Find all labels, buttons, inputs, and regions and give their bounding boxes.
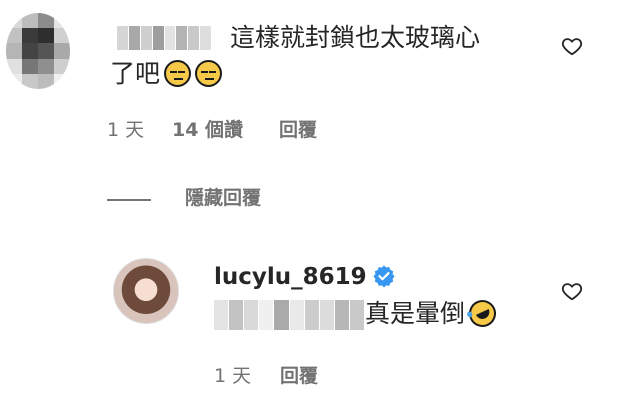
- reply-mention-redacted[interactable]: [214, 300, 364, 330]
- reply-text: 真是暈倒: [365, 295, 501, 332]
- reply-username[interactable]: lucylu_8619: [214, 262, 367, 292]
- unamused-face-emoji-icon: [164, 60, 192, 87]
- like-heart-icon[interactable]: [561, 35, 583, 57]
- comment-like-count[interactable]: 14 個讚: [172, 118, 243, 142]
- comment-reply-button[interactable]: 回覆: [279, 118, 317, 142]
- comment-text-line1: 這樣就封鎖也太玻璃心: [230, 23, 481, 52]
- reply-avatar[interactable]: [113, 258, 179, 324]
- reply-like-heart-icon[interactable]: [561, 280, 583, 302]
- unamused-face-emoji-icon: [195, 60, 223, 87]
- reply-time: 1 天: [214, 365, 252, 387]
- reply-reply-button[interactable]: 回覆: [280, 364, 318, 388]
- verified-badge-icon: [373, 265, 395, 288]
- commenter-avatar[interactable]: [6, 13, 70, 89]
- rolling-on-floor-laughing-emoji-icon: [464, 295, 501, 332]
- hide-replies-button[interactable]: 隱藏回覆: [185, 186, 261, 210]
- comment-text-line2: 了吧: [110, 58, 223, 90]
- comment-time: 1 天: [107, 119, 145, 141]
- commenter-username-redacted[interactable]: [117, 26, 211, 50]
- replies-divider-line: [107, 199, 151, 201]
